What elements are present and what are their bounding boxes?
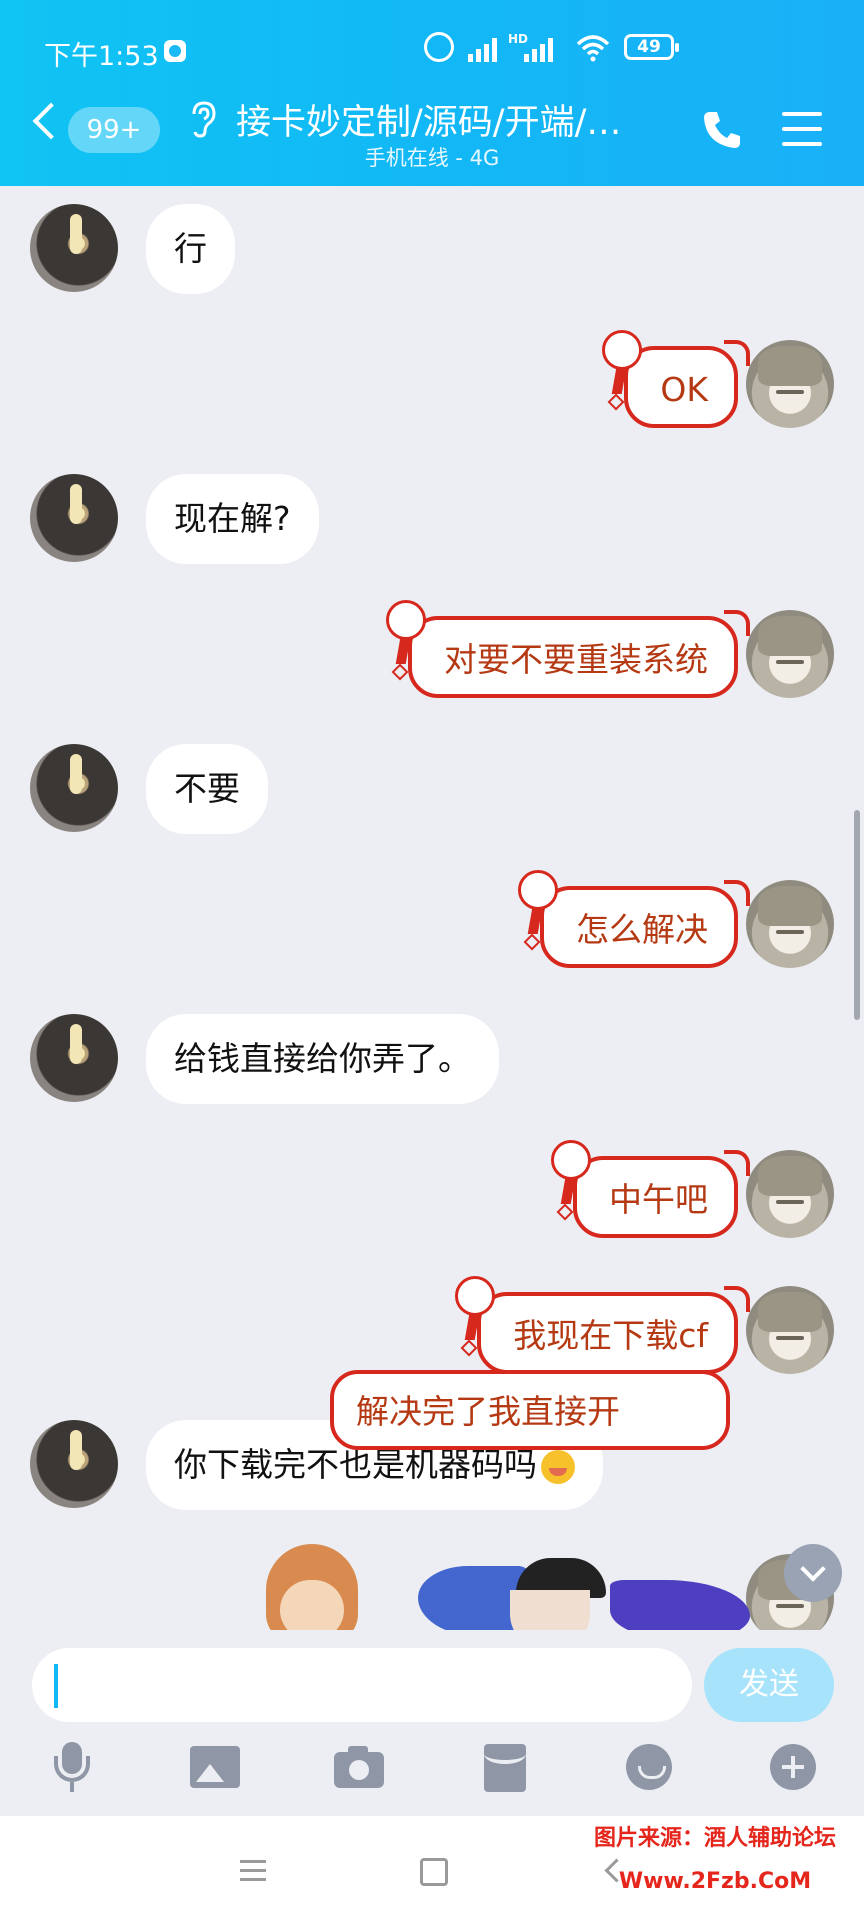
wifi-icon [576, 35, 610, 62]
message-text: 解决完了我直接开 [356, 1392, 620, 1431]
chat-header: 下午1:53 HD 49 99+ 接卡妙定制/源码/开端/… 手机在线 - 4G [0, 0, 864, 186]
cartoon-boy-sticker-icon [266, 1544, 358, 1644]
message-text: 对要不要重装系统 [444, 640, 708, 679]
avatar[interactable] [30, 1420, 118, 1508]
message-bubble[interactable]: 中午吧 [551, 1140, 750, 1238]
recent-apps-icon[interactable] [240, 1860, 266, 1887]
signal-icon [468, 36, 497, 62]
back-icon[interactable] [32, 102, 70, 140]
avatar[interactable] [746, 610, 834, 698]
notification-icon [164, 40, 186, 62]
avatar[interactable] [746, 1150, 834, 1238]
message-bubble[interactable]: 不要 [146, 744, 268, 834]
message-bubble[interactable]: 现在解? [146, 474, 319, 564]
avatar[interactable] [746, 880, 834, 968]
avatar[interactable] [30, 744, 118, 832]
message-bubble[interactable]: 行 [146, 204, 235, 294]
battery-icon: 49 [624, 34, 679, 60]
watermark-line2: Www.2Fzb.CoM [618, 1869, 812, 1894]
message-text: 中午吧 [609, 1180, 708, 1219]
alarm-icon [424, 32, 454, 62]
message-text: 怎么解决 [576, 910, 708, 949]
image-icon[interactable] [190, 1742, 242, 1794]
chat-title[interactable]: 接卡妙定制/源码/开端/… [236, 94, 621, 145]
message-bubble[interactable]: 我现在下载cf [455, 1276, 750, 1374]
avatar[interactable] [30, 204, 118, 292]
message-bubble[interactable]: 给钱直接给你弄了。 [146, 1014, 499, 1104]
watermark: 图片来源：酒人辅助论坛 Www.2Fzb.CoM [570, 1824, 860, 1900]
scroll-to-bottom-button[interactable] [784, 1544, 842, 1602]
message-text: 我现在下载cf [513, 1316, 708, 1355]
avatar[interactable] [30, 1014, 118, 1102]
avatar[interactable] [746, 1286, 834, 1374]
message-bubble[interactable]: 解决完了我直接开 [330, 1370, 730, 1450]
input-row: 发送 [0, 1630, 864, 1730]
message-bubble[interactable]: OK [602, 330, 750, 428]
bubble-decoration-icon [451, 1276, 496, 1357]
watermark-line1: 图片来源：酒人辅助论坛 [593, 1826, 836, 1851]
message-text: OK [660, 370, 708, 409]
camera-icon[interactable] [334, 1742, 386, 1794]
avatar[interactable] [746, 340, 834, 428]
signal-icon-2 [524, 36, 553, 62]
menu-icon[interactable] [782, 112, 822, 146]
status-time: 下午1:53 [44, 41, 159, 72]
ear-icon[interactable] [188, 100, 218, 138]
scrollbar[interactable] [854, 810, 860, 1020]
redpacket-icon[interactable] [480, 1742, 532, 1794]
emoji-icon[interactable] [624, 1742, 676, 1794]
bubble-decoration-icon [598, 330, 643, 411]
avatar[interactable] [30, 474, 118, 562]
bubble-decoration-icon [382, 600, 426, 681]
message-bubble[interactable]: 怎么解决 [518, 870, 750, 968]
message-input[interactable] [32, 1648, 692, 1722]
text-cursor [54, 1664, 58, 1708]
bubble-decoration-icon [514, 870, 558, 951]
bubble-decoration-icon [547, 1140, 591, 1221]
input-toolbar [0, 1730, 864, 1816]
send-button[interactable]: 发送 [704, 1648, 834, 1722]
message-bubble[interactable]: 对要不要重装系统 [386, 600, 750, 698]
home-icon[interactable] [420, 1858, 448, 1886]
phone-icon[interactable] [700, 108, 744, 152]
status-icons: HD 49 [424, 32, 864, 68]
message-text: 你下载完不也是机器码吗 [174, 1445, 537, 1484]
laughing-emoji-icon [541, 1449, 575, 1484]
plus-icon[interactable] [768, 1742, 820, 1794]
mic-icon[interactable] [46, 1742, 98, 1794]
